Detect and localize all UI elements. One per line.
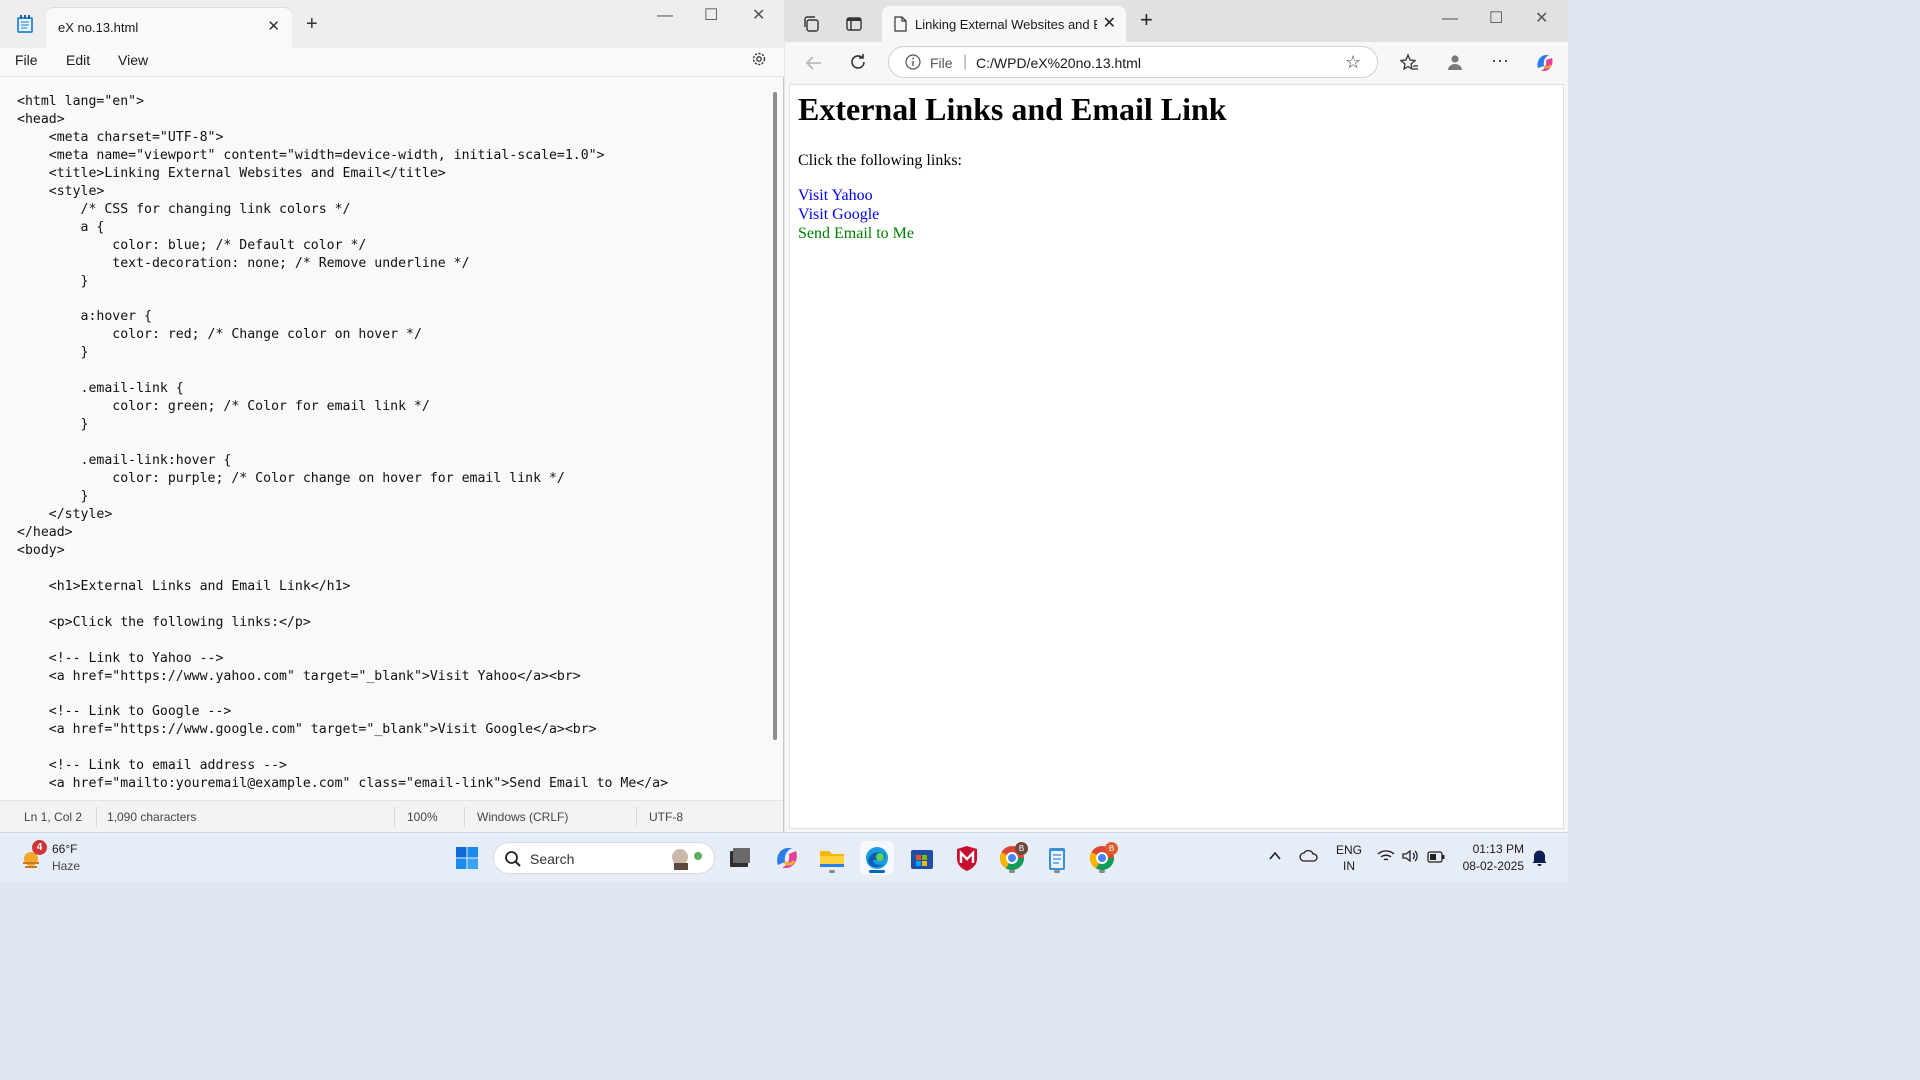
notepad-tab[interactable]: eX no.13.html ✕ bbox=[46, 8, 292, 48]
browser-tab-title: Linking External Websites and Em bbox=[915, 17, 1097, 32]
status-divider bbox=[464, 807, 465, 827]
browser-toolbar: File | C:/WPD/eX%20no.13.html ☆ ··· bbox=[785, 42, 1568, 84]
chrome-profile-1-icon[interactable]: B bbox=[995, 841, 1029, 875]
mcafee-icon[interactable] bbox=[950, 841, 984, 875]
favorite-star-icon[interactable]: ☆ bbox=[1345, 52, 1361, 73]
browser-window: Linking External Websites and Em ✕ + — ☐… bbox=[785, 0, 1568, 832]
status-divider bbox=[394, 807, 395, 827]
new-tab-icon[interactable]: + bbox=[1140, 9, 1153, 31]
menu-file[interactable]: File bbox=[15, 52, 38, 68]
taskbar-search-box[interactable]: Search bbox=[493, 842, 715, 874]
file-explorer-icon[interactable] bbox=[815, 841, 849, 875]
copilot-icon[interactable] bbox=[1534, 52, 1556, 79]
notepad-text-editor[interactable]: <html lang="en"> <head> <meta charset="U… bbox=[0, 78, 770, 798]
close-window-icon[interactable]: ✕ bbox=[1535, 11, 1548, 27]
status-zoom[interactable]: 100% bbox=[407, 810, 438, 824]
search-placeholder: Search bbox=[530, 851, 575, 867]
refresh-icon[interactable] bbox=[848, 52, 868, 77]
weather-temperature: 66°F bbox=[52, 842, 78, 856]
active-indicator bbox=[869, 870, 885, 873]
back-arrow-icon[interactable] bbox=[804, 53, 824, 78]
address-url[interactable]: C:/WPD/eX%20no.13.html bbox=[976, 55, 1141, 71]
vertical-tabs-icon[interactable] bbox=[845, 15, 863, 38]
show-hidden-icons-chevron-icon[interactable] bbox=[1268, 849, 1282, 868]
wifi-icon[interactable] bbox=[1377, 849, 1395, 868]
running-indicator bbox=[1099, 870, 1105, 873]
notepad-menubar: File Edit View bbox=[0, 48, 784, 77]
input-language-indicator[interactable]: ENG IN bbox=[1331, 842, 1367, 876]
notepad-app-icon bbox=[16, 14, 34, 39]
running-indicator bbox=[829, 870, 835, 873]
profile-avatar-icon[interactable] bbox=[1446, 53, 1464, 76]
close-window-icon[interactable]: ✕ bbox=[752, 8, 765, 24]
weather-widget[interactable]: 4 66°F Haze bbox=[18, 840, 108, 876]
battery-icon[interactable] bbox=[1427, 850, 1445, 868]
status-divider bbox=[636, 807, 637, 827]
status-cursor-position: Ln 1, Col 2 bbox=[24, 810, 83, 824]
weather-description: Haze bbox=[52, 859, 81, 873]
edge-browser-icon[interactable] bbox=[860, 841, 894, 875]
browser-titlebar: Linking External Websites and Em ✕ + — ☐… bbox=[785, 0, 1568, 42]
chrome-profile-2-icon[interactable]: B bbox=[1085, 841, 1119, 875]
menu-edit[interactable]: Edit bbox=[66, 52, 90, 68]
settings-gear-icon[interactable] bbox=[750, 50, 768, 73]
running-indicator bbox=[1054, 870, 1060, 873]
running-indicator bbox=[1009, 870, 1015, 873]
notepad-app-icon[interactable] bbox=[1040, 841, 1074, 875]
chrome-profile-badge: B bbox=[1015, 842, 1028, 855]
editor-scrollbar[interactable] bbox=[773, 92, 777, 740]
rendered-web-page: External Links and Email Link Click the … bbox=[789, 84, 1564, 829]
windows-taskbar: 4 66°F Haze Search B B ENG IN 01:13 PM 0… bbox=[0, 832, 1568, 882]
favorites-icon[interactable] bbox=[1399, 53, 1419, 78]
search-highlight-icon bbox=[668, 846, 708, 875]
weather-alert-badge: 4 bbox=[32, 840, 47, 855]
clock[interactable]: 01:13 PM 08-02-2025 bbox=[1448, 841, 1524, 875]
language-code: ENG bbox=[1335, 843, 1362, 857]
minimize-icon[interactable]: — bbox=[1442, 11, 1458, 27]
clock-time: 01:13 PM bbox=[1472, 842, 1524, 856]
email-link[interactable]: Send Email to Me bbox=[798, 225, 914, 243]
code-text[interactable]: <html lang="en"> <head> <meta charset="U… bbox=[17, 93, 668, 793]
notepad-titlebar: eX no.13.html ✕ + — ☐ ✕ bbox=[0, 0, 784, 48]
page-heading: External Links and Email Link bbox=[798, 91, 1227, 127]
status-character-count: 1,090 characters bbox=[107, 810, 197, 824]
maximize-icon[interactable]: ☐ bbox=[704, 8, 718, 24]
address-divider: | bbox=[963, 53, 968, 70]
minimize-icon[interactable]: — bbox=[657, 8, 673, 24]
address-scheme-label: File bbox=[930, 55, 953, 71]
notification-bell-icon[interactable] bbox=[1532, 849, 1547, 871]
info-icon[interactable] bbox=[905, 54, 921, 75]
browser-tab[interactable]: Linking External Websites and Em ✕ bbox=[882, 6, 1126, 42]
notepad-statusbar: Ln 1, Col 2 1,090 characters 100% Window… bbox=[0, 800, 783, 833]
region-code: IN bbox=[1343, 859, 1355, 873]
page-document-icon bbox=[893, 16, 907, 37]
close-tab-icon[interactable]: ✕ bbox=[267, 17, 280, 35]
onedrive-cloud-icon[interactable] bbox=[1299, 849, 1319, 868]
more-options-icon[interactable]: ··· bbox=[1491, 50, 1509, 71]
close-tab-icon[interactable]: ✕ bbox=[1103, 13, 1116, 33]
yahoo-link[interactable]: Visit Yahoo bbox=[798, 187, 873, 205]
workspaces-icon[interactable] bbox=[802, 15, 820, 38]
status-divider bbox=[96, 807, 97, 827]
page-paragraph: Click the following links: bbox=[798, 152, 962, 169]
menu-view[interactable]: View bbox=[118, 52, 148, 68]
volume-icon[interactable] bbox=[1402, 849, 1420, 868]
notepad-tab-title: eX no.13.html bbox=[58, 20, 139, 35]
task-view-icon[interactable] bbox=[723, 841, 757, 875]
new-tab-icon[interactable]: + bbox=[306, 14, 318, 34]
maximize-icon[interactable]: ☐ bbox=[1489, 11, 1503, 27]
copilot-app-icon[interactable] bbox=[770, 841, 804, 875]
address-bar[interactable]: File | C:/WPD/eX%20no.13.html ☆ bbox=[888, 46, 1378, 78]
microsoft-store-icon[interactable] bbox=[905, 841, 939, 875]
clock-date: 08-02-2025 bbox=[1462, 859, 1524, 873]
start-windows-icon[interactable] bbox=[455, 846, 479, 875]
notepad-window: eX no.13.html ✕ + — ☐ ✕ File Edit View <… bbox=[0, 0, 784, 833]
status-encoding[interactable]: UTF-8 bbox=[649, 810, 683, 824]
search-icon bbox=[504, 850, 522, 873]
status-line-ending[interactable]: Windows (CRLF) bbox=[477, 810, 568, 824]
chrome-profile-badge: B bbox=[1105, 842, 1118, 855]
google-link[interactable]: Visit Google bbox=[798, 206, 879, 224]
